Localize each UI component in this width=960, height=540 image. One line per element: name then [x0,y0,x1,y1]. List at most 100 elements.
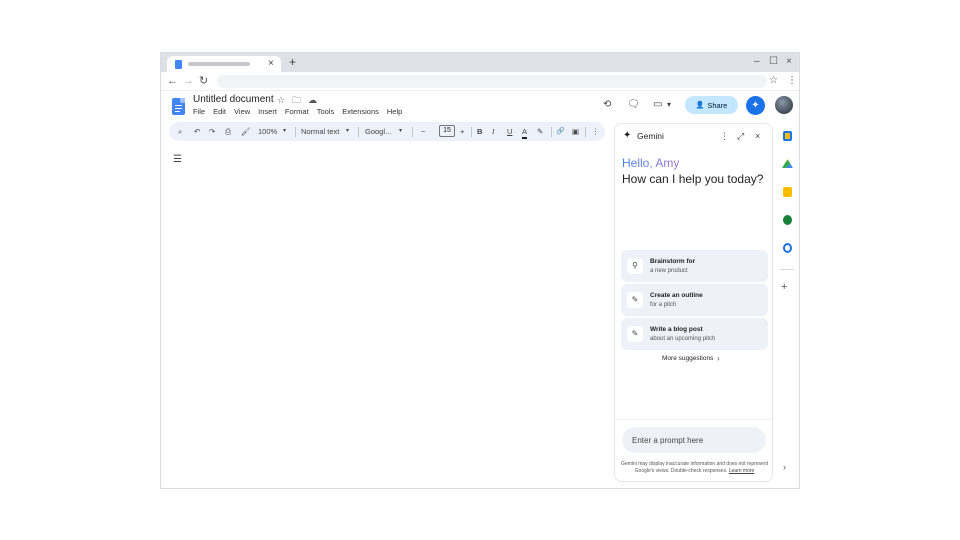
text-color-icon[interactable]: A [522,126,527,139]
menu-insert[interactable]: Insert [258,107,277,117]
lightbulb-icon: ⚲ [627,258,643,274]
insert-image-icon[interactable]: ▣ [572,126,579,137]
menu-tools[interactable]: Tools [317,107,335,117]
tab-title-placeholder [188,62,250,66]
font-caret-icon[interactable]: ▾ [399,126,402,137]
menu-edit[interactable]: Edit [213,107,226,117]
suggestion-brainstorm[interactable]: ⚲ Brainstorm for a new product [621,250,768,282]
keep-icon[interactable] [783,187,792,197]
tab-strip: × + – ☐ × [161,53,799,72]
omnibox[interactable] [217,75,767,88]
increase-font-size-icon[interactable]: + [460,126,464,137]
more-suggestions-link[interactable]: More suggestions [662,355,713,363]
close-window-icon[interactable]: × [786,55,792,69]
prompt-input[interactable] [622,427,766,453]
minimize-icon[interactable]: – [754,55,760,69]
toolbar-divider [585,127,586,137]
voice-icon[interactable] [783,215,792,225]
meet-icon[interactable]: ▭ [653,98,662,112]
docs-logo-icon[interactable] [172,98,185,115]
avatar[interactable] [775,96,793,114]
pencil-sparkle-icon: ✎ [627,292,643,308]
close-panel-icon[interactable]: × [755,130,760,142]
browser-tab[interactable]: × [167,56,281,72]
paint-format-icon[interactable]: 🖌 [241,126,251,137]
reload-icon[interactable]: ↻ [199,74,208,88]
docs-favicon-icon [175,60,182,69]
pencil-sparkle-icon: ✎ [627,326,643,342]
font-select[interactable]: Googl... [365,126,391,137]
meet-caret-icon[interactable]: ▾ [667,98,671,112]
insert-link-icon[interactable]: 🔗 [556,126,565,137]
expand-icon[interactable]: ⤢ [737,130,744,142]
menu-file[interactable]: File [193,107,205,117]
panel-divider [615,419,772,420]
decrease-font-size-icon[interactable]: − [421,126,425,137]
back-icon[interactable]: ← [167,74,178,88]
redo-icon[interactable]: ↷ [209,126,215,137]
version-history-icon[interactable]: ⟲ [603,98,611,112]
more-options-icon[interactable]: ⋮ [592,126,600,137]
italic-icon[interactable]: I [492,126,495,137]
style-select[interactable]: Normal text [301,126,339,137]
undo-icon[interactable]: ↶ [194,126,200,137]
zoom-select[interactable]: 100% [258,126,277,137]
gemini-panel-title: Gemini [637,131,664,142]
drive-icon[interactable] [782,159,793,168]
collapse-rail-icon[interactable]: › [783,461,786,473]
bold-icon[interactable]: B [477,126,482,137]
print-icon[interactable]: ⎙ [225,126,231,137]
help-question: How can I help you today? [622,172,763,186]
suggestion-title: Create an outline [650,292,703,300]
toolbar-divider [358,127,359,137]
share-label: Share [707,101,727,110]
browser-menu-icon[interactable]: ⋮ [787,74,797,88]
suggestion-subtitle: about an upcoming pitch [650,335,715,343]
new-tab-icon[interactable]: + [289,55,296,69]
tasks-icon[interactable] [783,243,792,253]
suggestion-subtitle: for a pitch [650,301,676,309]
cloud-status-icon[interactable]: ☁ [308,94,317,106]
tab-close-icon[interactable]: × [268,57,274,71]
suggestion-title: Write a blog post [650,326,703,334]
gemini-sparkle-icon: ✦ [623,130,631,142]
style-caret-icon[interactable]: ▾ [346,126,349,137]
move-folder-icon[interactable]: 🗀 [292,94,301,106]
learn-more-link[interactable]: Learn more [729,468,755,474]
star-icon[interactable]: ☆ [277,94,285,106]
greeting: Hello, Amy [622,156,679,170]
calendar-icon[interactable] [783,131,792,141]
highlight-color-icon[interactable]: ✎ [537,126,543,137]
suggestion-title: Brainstorm for [650,258,695,266]
comments-icon[interactable]: 🗨 [627,98,640,112]
gemini-button[interactable]: ✦ [746,96,765,115]
maximize-icon[interactable]: ☐ [769,55,778,69]
menu-view[interactable]: View [234,107,250,117]
toolbar-divider [412,127,413,137]
search-menus-icon[interactable]: ⌕ [178,126,182,137]
font-size-input[interactable]: 15 [439,125,455,137]
menu-help[interactable]: Help [387,107,402,117]
forward-icon[interactable]: → [183,74,194,88]
chevron-right-icon[interactable]: › [717,354,720,363]
gemini-side-panel: ✦ Gemini ⋮ ⤢ × Hello, Amy How can I help… [614,123,773,482]
add-app-icon[interactable]: + [781,281,787,293]
rail-divider [780,269,794,270]
menu-format[interactable]: Format [285,107,309,117]
toolbar-divider [471,127,472,137]
zoom-caret-icon[interactable]: ▾ [283,126,286,137]
bookmark-star-icon[interactable]: ☆ [769,74,778,88]
menu-bar: File Edit View Insert Format Tools Exten… [193,107,402,117]
underline-icon[interactable]: U [507,126,512,137]
gemini-more-icon[interactable]: ⋮ [720,130,729,142]
document-outline-icon[interactable]: ☰ [173,154,182,166]
gemini-disclaimer: Gemini may display inaccurate informatio… [619,461,770,475]
toolbar-divider [551,127,552,137]
suggestion-blog-post[interactable]: ✎ Write a blog post about an upcoming pi… [621,318,768,350]
suggestion-outline[interactable]: ✎ Create an outline for a pitch [621,284,768,316]
share-button[interactable]: 👤 Share [685,96,738,114]
menu-extensions[interactable]: Extensions [342,107,379,117]
suggestion-subtitle: a new product [650,267,688,275]
formatting-toolbar: ⌕ ↶ ↷ ⎙ 🖌 100% ▾ Normal text ▾ Googl... … [169,122,605,141]
document-title[interactable]: Untitled document [193,94,274,106]
